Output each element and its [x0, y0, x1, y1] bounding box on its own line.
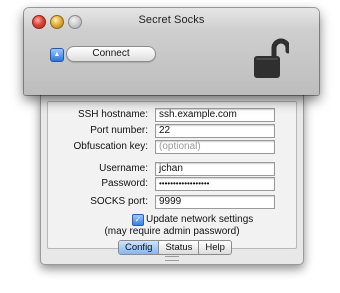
connect-button[interactable]: Connect — [66, 46, 156, 62]
port-number-field[interactable]: 22 — [155, 124, 275, 138]
username-label: Username: — [99, 163, 148, 174]
obfuscation-key-label: Obfuscation key: — [73, 141, 148, 152]
window-title: Secret Socks — [138, 14, 205, 26]
tab-bar: Config Status Help — [118, 240, 232, 255]
obfuscation-key-field[interactable]: (optional) — [155, 140, 275, 154]
drawer-toggle-button[interactable]: ▲ — [50, 48, 64, 62]
password-field[interactable]: •••••••••••••••••• — [155, 177, 275, 191]
socks-port-field[interactable]: 9999 — [155, 195, 275, 209]
tab-help[interactable]: Help — [199, 241, 231, 254]
unlocked-padlock-icon — [254, 38, 289, 78]
drawer-resize-grip[interactable] — [165, 256, 179, 261]
triangle-up-icon: ▲ — [53, 51, 61, 58]
ssh-hostname-field[interactable]: ssh.example.com — [155, 108, 275, 122]
tab-status[interactable]: Status — [159, 241, 200, 254]
checkmark-icon: ✓ — [134, 215, 142, 224]
username-field[interactable]: jchan — [155, 162, 275, 176]
main-window: Secret Socks ▲ Connect — [24, 8, 319, 95]
password-label: Password: — [101, 178, 148, 189]
ssh-hostname-label: SSH hostname: — [77, 109, 148, 120]
tab-config[interactable]: Config — [119, 241, 160, 254]
settings-drawer: SSH hostname: ssh.example.com Port numbe… — [40, 94, 304, 265]
port-number-label: Port number: — [90, 125, 148, 136]
config-panel: SSH hostname: ssh.example.com Port numbe… — [47, 101, 297, 249]
admin-password-note: (may require admin password) — [104, 226, 240, 237]
socks-port-label: SOCKS port: — [90, 196, 148, 207]
